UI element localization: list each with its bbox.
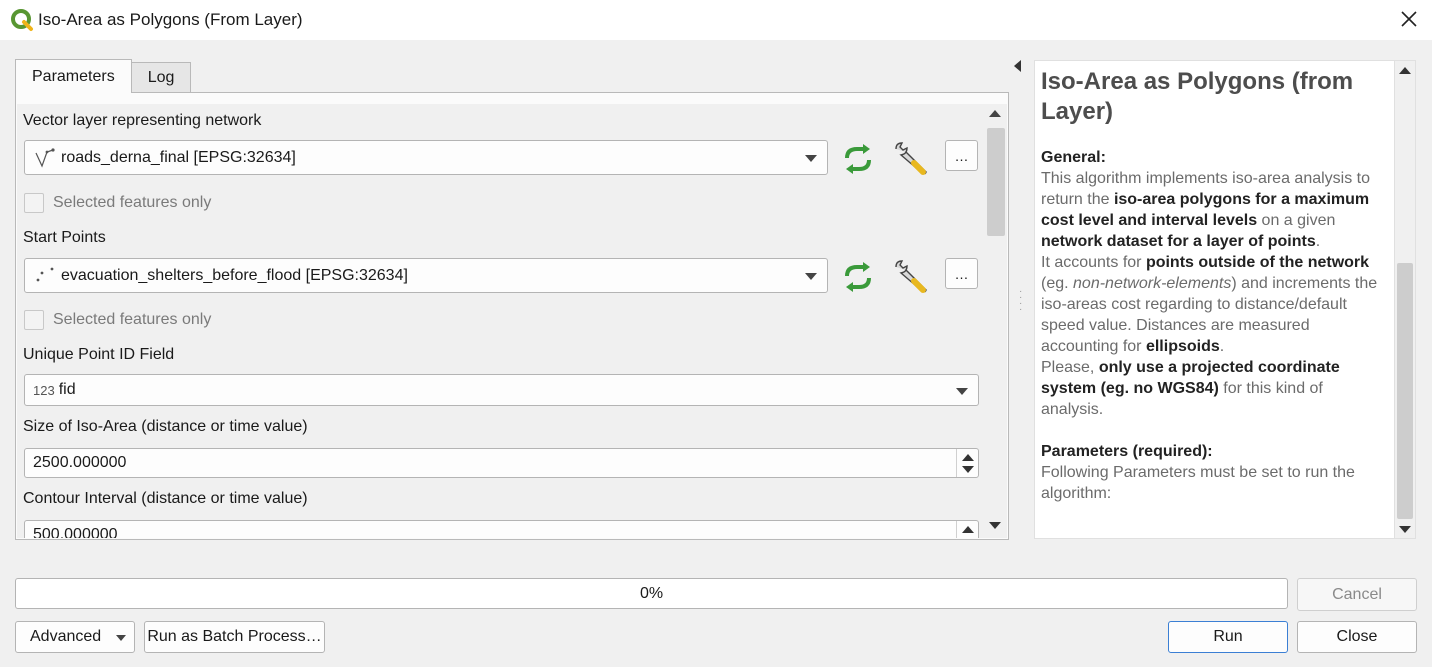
collapse-help-icon[interactable] bbox=[1014, 60, 1021, 72]
close-icon[interactable] bbox=[1394, 4, 1424, 34]
unique-id-combo[interactable]: 123 fid bbox=[24, 374, 979, 406]
selected-only-checkbox-2[interactable] bbox=[24, 310, 44, 330]
point-layer-icon bbox=[36, 267, 54, 281]
network-label: Vector layer representing network bbox=[23, 112, 262, 129]
tab-log[interactable]: Log bbox=[130, 62, 192, 93]
selected-only-label-2: Selected features only bbox=[53, 311, 212, 328]
advanced-label: Advanced bbox=[30, 628, 102, 645]
window-title: Iso-Area as Polygons (From Layer) bbox=[38, 10, 303, 29]
selected-only-row-2[interactable]: Selected features only bbox=[24, 310, 211, 330]
chevron-down-icon bbox=[805, 155, 817, 162]
size-input[interactable]: 2500.000000 bbox=[24, 448, 979, 478]
form-scroll-thumb[interactable] bbox=[987, 128, 1005, 236]
scroll-up-icon[interactable] bbox=[989, 110, 1001, 117]
qgis-icon bbox=[11, 9, 33, 31]
refresh-icon[interactable] bbox=[838, 257, 878, 297]
cancel-button[interactable]: Cancel bbox=[1297, 578, 1417, 611]
help-title: Iso-Area as Polygons (from Layer) bbox=[1041, 68, 1354, 125]
network-layer-value: roads_derna_final [EPSG:32634] bbox=[61, 148, 296, 166]
close-button[interactable]: Close bbox=[1297, 621, 1417, 653]
tab-parameters[interactable]: Parameters bbox=[15, 59, 132, 93]
step-up-icon[interactable] bbox=[962, 454, 974, 461]
wrench-icon[interactable] bbox=[891, 257, 931, 297]
help-general: General: This algorithm implements iso-a… bbox=[1041, 149, 1378, 418]
chevron-down-icon bbox=[956, 388, 968, 395]
scroll-down-icon[interactable] bbox=[989, 522, 1001, 529]
start-points-value: evacuation_shelters_before_flood [EPSG:3… bbox=[61, 266, 408, 284]
help-scroll-thumb[interactable] bbox=[1397, 263, 1413, 519]
scroll-down-icon[interactable] bbox=[1399, 526, 1411, 533]
selected-only-label-1: Selected features only bbox=[53, 194, 212, 211]
help-parameters: Parameters (required): Following Paramet… bbox=[1041, 443, 1355, 502]
chevron-down-icon bbox=[116, 635, 126, 641]
progress-text: 0% bbox=[639, 584, 664, 602]
interval-stepper[interactable] bbox=[956, 521, 978, 538]
interval-label: Contour Interval (distance or time value… bbox=[23, 490, 308, 507]
splitter-handle[interactable]: · · · · bbox=[1019, 287, 1023, 315]
run-batch-button[interactable]: Run as Batch Process… bbox=[144, 621, 325, 653]
interval-input[interactable]: 500.000000 bbox=[24, 520, 979, 538]
help-panel: Iso-Area as Polygons (from Layer) Genera… bbox=[1034, 60, 1395, 539]
title-bar: Iso-Area as Polygons (From Layer) bbox=[0, 0, 1432, 40]
scroll-up-icon[interactable] bbox=[1399, 67, 1411, 74]
size-label: Size of Iso-Area (distance or time value… bbox=[23, 418, 308, 435]
unique-id-label: Unique Point ID Field bbox=[23, 346, 175, 363]
start-points-combo[interactable]: evacuation_shelters_before_flood [EPSG:3… bbox=[24, 258, 828, 293]
size-value: 2500.000000 bbox=[33, 454, 127, 471]
network-layer-combo[interactable]: roads_derna_final [EPSG:32634] bbox=[24, 140, 828, 175]
tab-bar: Parameters Log bbox=[15, 59, 192, 93]
progress-bar: 0% bbox=[15, 578, 1288, 609]
form-scrollbar[interactable] bbox=[985, 104, 1007, 538]
selected-only-checkbox-1[interactable] bbox=[24, 193, 44, 213]
refresh-icon[interactable] bbox=[838, 139, 878, 179]
step-down-icon[interactable] bbox=[962, 466, 974, 473]
help-scrollbar[interactable] bbox=[1395, 60, 1416, 539]
parameters-form: Vector layer representing network roads_… bbox=[17, 104, 985, 538]
unique-id-value: fid bbox=[58, 381, 76, 398]
start-points-label: Start Points bbox=[23, 229, 106, 246]
chevron-down-icon bbox=[805, 273, 817, 280]
advanced-button[interactable]: Advanced bbox=[15, 621, 135, 653]
wrench-icon[interactable] bbox=[891, 139, 931, 179]
run-button[interactable]: Run bbox=[1168, 621, 1288, 653]
selected-only-row-1[interactable]: Selected features only bbox=[24, 193, 211, 213]
interval-value: 500.000000 bbox=[33, 526, 118, 538]
more-options-button[interactable]: … bbox=[945, 258, 978, 289]
step-up-icon[interactable] bbox=[962, 526, 974, 533]
integer-field-icon: 123 bbox=[33, 382, 55, 398]
line-layer-icon bbox=[35, 147, 55, 168]
more-options-button[interactable]: … bbox=[945, 140, 978, 171]
size-stepper[interactable] bbox=[956, 449, 978, 477]
